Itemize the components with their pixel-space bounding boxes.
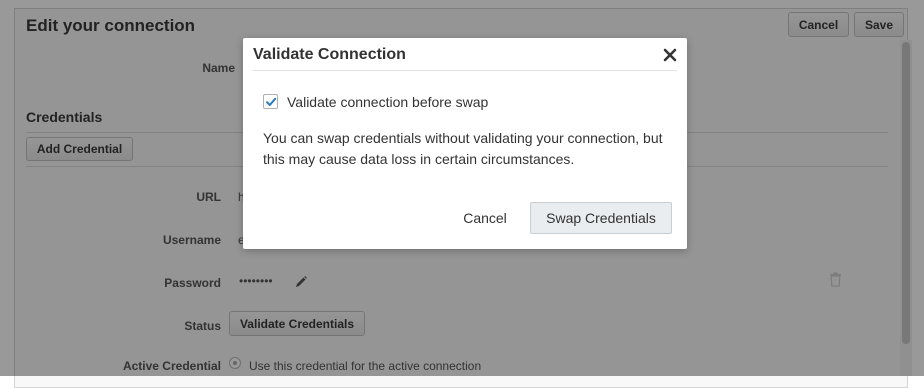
dialog-message: You can swap credentials without validat…: [263, 130, 663, 167]
validate-before-swap-label[interactable]: Validate connection before swap: [287, 94, 488, 110]
dialog-cancel-button[interactable]: Cancel: [451, 202, 519, 234]
check-icon: [266, 97, 277, 106]
dialog-divider: [253, 70, 677, 71]
validate-before-swap-checkbox[interactable]: [263, 94, 278, 109]
dialog-title: Validate Connection: [253, 46, 406, 63]
validate-connection-dialog: Validate Connection Validate connection …: [243, 38, 687, 249]
close-icon[interactable]: [662, 47, 678, 63]
swap-credentials-button[interactable]: Swap Credentials: [530, 202, 672, 234]
